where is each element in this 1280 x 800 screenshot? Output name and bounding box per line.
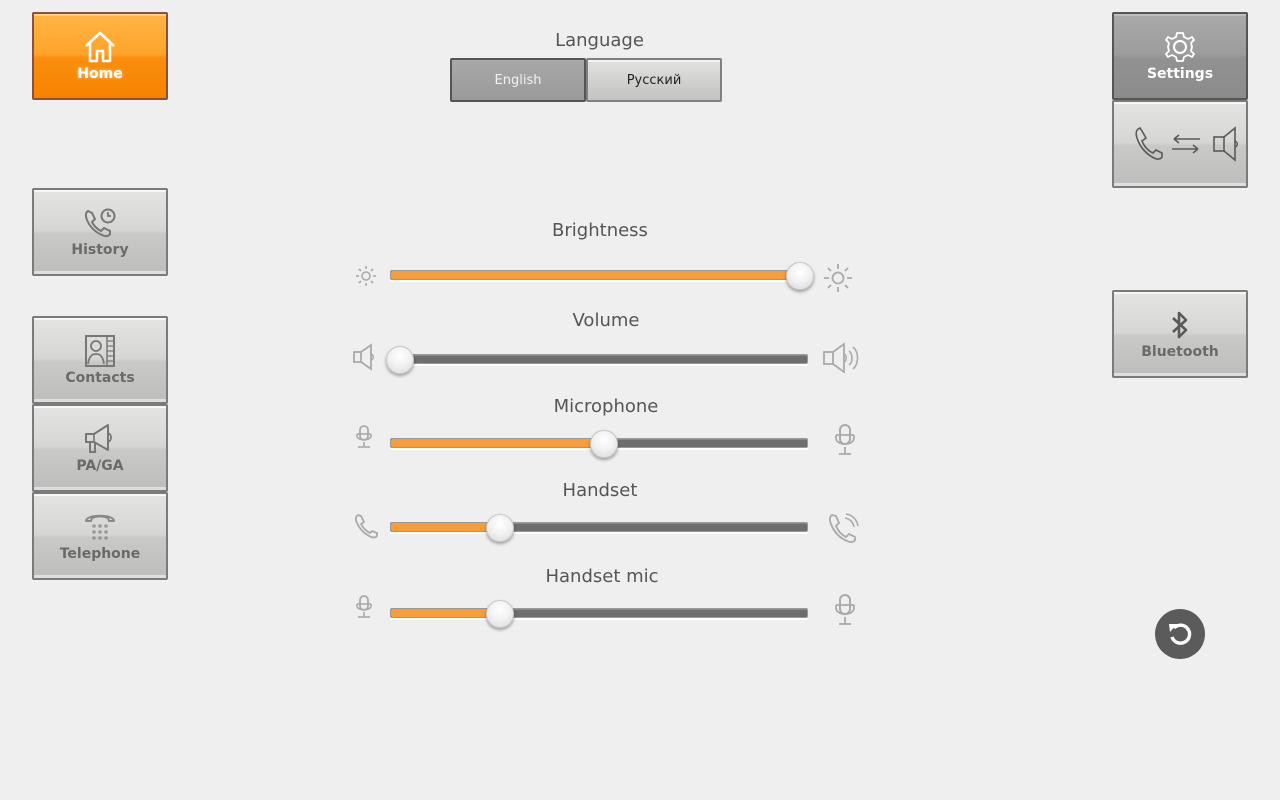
microphone-title: Microphone bbox=[553, 396, 659, 417]
brightness-low-icon bbox=[354, 264, 378, 288]
telephone-label: Telephone bbox=[59, 546, 141, 562]
handset-fill bbox=[391, 523, 500, 531]
bluetooth-label: Bluetooth bbox=[1141, 344, 1219, 360]
contacts-button[interactable]: Contacts bbox=[32, 316, 168, 404]
volume-title: Volume bbox=[572, 310, 640, 331]
telephone-keypad-icon bbox=[85, 514, 115, 540]
home-label: Home bbox=[77, 66, 123, 82]
speaker-low-icon bbox=[352, 343, 378, 371]
brightness-title: Brightness bbox=[552, 220, 648, 241]
settings-button[interactable]: Settings bbox=[1112, 12, 1248, 100]
volume-slider-handle[interactable] bbox=[386, 346, 415, 374]
handset-mic-title: Handset mic bbox=[545, 566, 659, 587]
home-button[interactable]: Home bbox=[32, 12, 168, 100]
handset-mic-slider[interactable] bbox=[390, 600, 808, 628]
phone-speaker-swap-icon bbox=[1135, 126, 1238, 162]
handset-slider[interactable] bbox=[390, 514, 808, 542]
brightness-high-icon bbox=[822, 262, 854, 294]
megaphone-icon bbox=[85, 424, 112, 453]
handset-mic-fill bbox=[391, 609, 500, 617]
reset-icon bbox=[1169, 623, 1192, 645]
microphone-large-icon bbox=[832, 423, 858, 457]
telephone-button[interactable]: Telephone bbox=[32, 492, 168, 580]
history-button[interactable]: History bbox=[32, 188, 168, 276]
language-russian-button[interactable]: Русский bbox=[586, 58, 722, 102]
audio-route-button[interactable] bbox=[1112, 100, 1248, 188]
microphone-fill bbox=[391, 439, 604, 447]
reset-button[interactable] bbox=[1155, 609, 1205, 659]
paga-label: PA/GA bbox=[76, 458, 124, 474]
handset-slider-handle[interactable] bbox=[486, 514, 515, 542]
handset-mic-small-icon bbox=[354, 594, 374, 620]
speaker-high-icon bbox=[822, 342, 862, 374]
bluetooth-button[interactable]: Bluetooth bbox=[1112, 290, 1248, 378]
settings-label: Settings bbox=[1146, 66, 1214, 82]
handset-mic-slider-handle[interactable] bbox=[486, 600, 515, 628]
microphone-slider-handle[interactable] bbox=[590, 430, 619, 458]
language-title: Language bbox=[555, 30, 644, 51]
microphone-small-icon bbox=[354, 424, 374, 450]
brightness-fill bbox=[391, 271, 799, 279]
handset-low-icon bbox=[353, 512, 379, 540]
volume-slider[interactable] bbox=[386, 346, 808, 374]
handset-high-icon bbox=[827, 512, 861, 546]
call-history-icon bbox=[84, 208, 116, 238]
contacts-icon bbox=[85, 335, 115, 367]
handset-title: Handset bbox=[562, 480, 638, 501]
brightness-slider[interactable] bbox=[390, 262, 814, 290]
bluetooth-icon bbox=[1172, 311, 1188, 339]
history-label: History bbox=[71, 242, 129, 258]
language-english-button[interactable]: English bbox=[450, 58, 586, 102]
paga-button[interactable]: PA/GA bbox=[32, 404, 168, 492]
microphone-slider[interactable] bbox=[390, 430, 808, 458]
brightness-slider-handle[interactable] bbox=[785, 262, 814, 290]
handset-mic-large-icon bbox=[832, 593, 858, 627]
contacts-label: Contacts bbox=[65, 370, 135, 386]
